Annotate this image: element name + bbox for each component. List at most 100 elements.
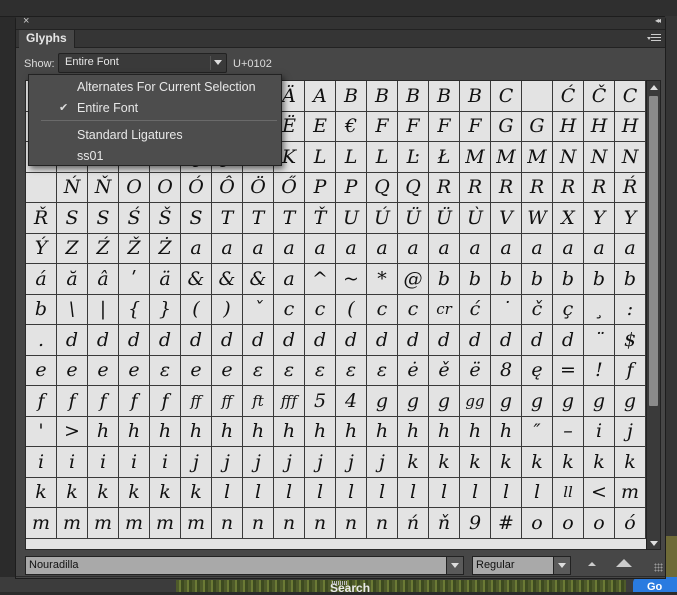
glyph-cell[interactable]: ε — [243, 355, 274, 386]
glyph-cell[interactable]: j — [615, 416, 646, 447]
glyph-cell[interactable]: Ö — [243, 172, 274, 203]
glyph-cell[interactable]: R — [553, 172, 584, 203]
menu-item-ss01[interactable]: ss01 — [29, 146, 281, 166]
glyph-cell[interactable]: E — [305, 111, 336, 142]
glyph-cell[interactable]: k — [398, 447, 429, 478]
glyph-cell[interactable]: l — [336, 477, 367, 508]
glyph-cell[interactable]: d — [150, 325, 181, 356]
glyph-cell[interactable]: > — [57, 416, 88, 447]
glyph-cell[interactable]: b — [584, 264, 615, 295]
chevron-down-icon[interactable] — [553, 557, 570, 574]
glyph-cell[interactable]: k — [429, 447, 460, 478]
glyph-cell[interactable]: a — [274, 264, 305, 295]
glyph-cell[interactable]: ä — [150, 264, 181, 295]
glyph-cell[interactable]: f — [57, 386, 88, 417]
glyph-cell[interactable]: ė — [398, 355, 429, 386]
glyph-cell[interactable]: Y — [584, 203, 615, 234]
glyph-cell[interactable]: d — [553, 325, 584, 356]
glyph-cell[interactable]: O — [150, 172, 181, 203]
glyph-cell[interactable]: H — [615, 111, 646, 142]
glyph-cell[interactable]: h — [150, 416, 181, 447]
background-go-button[interactable]: Go — [633, 577, 677, 593]
glyph-cell[interactable]: Z — [57, 233, 88, 264]
resize-grip-icon[interactable] — [654, 563, 663, 572]
glyph-cell[interactable]: j — [243, 447, 274, 478]
glyph-cell[interactable]: . — [26, 325, 57, 356]
glyph-cell[interactable]: d — [305, 325, 336, 356]
glyph-cell[interactable]: o — [522, 508, 553, 539]
glyph-cell[interactable]: ( — [181, 294, 212, 325]
glyph-cell[interactable]: d — [460, 325, 491, 356]
glyph-cell[interactable]: n — [367, 508, 398, 539]
glyph-cell[interactable]: ň — [429, 508, 460, 539]
glyph-cell[interactable]: ε — [367, 355, 398, 386]
glyph-cell[interactable]: j — [274, 447, 305, 478]
glyph-cell[interactable]: c — [398, 294, 429, 325]
glyph-cell[interactable]: a — [336, 233, 367, 264]
glyph-cell[interactable]: Ü — [429, 203, 460, 234]
glyph-cell[interactable]: F — [429, 111, 460, 142]
glyph-cell[interactable]: ʹ — [119, 264, 150, 295]
glyph-cell[interactable]: ! — [584, 355, 615, 386]
glyph-cell[interactable]: h — [429, 416, 460, 447]
glyph-cell[interactable]: o — [584, 508, 615, 539]
glyph-cell[interactable]: } — [150, 294, 181, 325]
glyph-cell[interactable]: B — [398, 81, 429, 112]
glyph-cell[interactable]: ˙ — [491, 294, 522, 325]
glyph-cell[interactable]: cr — [429, 294, 460, 325]
glyph-cell[interactable]: ç — [553, 294, 584, 325]
tab-glyphs[interactable]: Glyphs — [19, 30, 75, 48]
glyph-cell[interactable]: ( — [336, 294, 367, 325]
glyph-cell[interactable]: ^ — [305, 264, 336, 295]
glyph-cell[interactable]: F — [460, 111, 491, 142]
glyph-cell[interactable]: m — [26, 508, 57, 539]
glyph-cell[interactable]: d — [398, 325, 429, 356]
glyph-cell[interactable]: f — [119, 386, 150, 417]
glyph-cell[interactable]: Ť — [305, 203, 336, 234]
glyph-cell[interactable]: i — [26, 447, 57, 478]
glyph-cell[interactable]: M — [460, 142, 491, 173]
glyph-cell[interactable]: h — [274, 416, 305, 447]
glyph-cell[interactable]: a — [212, 233, 243, 264]
show-dropdown[interactable]: Entire Font — [58, 53, 227, 73]
glyph-cell[interactable]: R — [522, 172, 553, 203]
glyph-cell[interactable]: ě — [429, 355, 460, 386]
glyph-cell[interactable]: L — [367, 142, 398, 173]
glyph-cell[interactable]: L — [305, 142, 336, 173]
glyph-cell[interactable]: 8 — [491, 355, 522, 386]
glyph-cell[interactable]: Ù — [460, 203, 491, 234]
glyph-cell[interactable]: C — [615, 81, 646, 112]
glyph-cell[interactable]: H — [584, 111, 615, 142]
glyph-cell[interactable]: Ś — [119, 203, 150, 234]
glyph-cell[interactable]: N — [615, 142, 646, 173]
glyph-cell[interactable]: # — [491, 508, 522, 539]
glyph-cell[interactable]: L — [336, 142, 367, 173]
glyph-cell[interactable]: Č — [584, 81, 615, 112]
glyph-cell[interactable]: g — [522, 386, 553, 417]
glyph-cell[interactable]: e — [57, 355, 88, 386]
glyph-cell[interactable]: | — [88, 294, 119, 325]
glyph-cell[interactable] — [26, 172, 57, 203]
glyph-cell[interactable]: b — [460, 264, 491, 295]
glyph-cell[interactable]: b — [491, 264, 522, 295]
glyph-cell[interactable]: i — [119, 447, 150, 478]
panel-resize-handle[interactable] — [332, 581, 348, 585]
glyph-cell[interactable]: a — [181, 233, 212, 264]
glyph-cell[interactable]: S — [181, 203, 212, 234]
glyph-cell[interactable]: h — [88, 416, 119, 447]
glyph-cell[interactable]: Ř — [26, 203, 57, 234]
glyph-cell[interactable]: 4 — [336, 386, 367, 417]
glyph-cell[interactable]: j — [305, 447, 336, 478]
glyph-cell[interactable]: k — [26, 477, 57, 508]
glyph-cell[interactable]: k — [119, 477, 150, 508]
glyph-cell[interactable]: U — [336, 203, 367, 234]
glyph-cell[interactable]: a — [491, 233, 522, 264]
glyph-cell[interactable]: á — [26, 264, 57, 295]
chevron-down-icon[interactable] — [446, 557, 463, 574]
glyph-cell[interactable]: l — [491, 477, 522, 508]
panel-titlebar[interactable]: × ◂◂ — [16, 15, 665, 30]
glyph-cell[interactable]: k — [57, 477, 88, 508]
glyph-cell[interactable]: d — [88, 325, 119, 356]
glyph-cell[interactable]: m — [615, 477, 646, 508]
glyph-cell[interactable]: ń — [398, 508, 429, 539]
